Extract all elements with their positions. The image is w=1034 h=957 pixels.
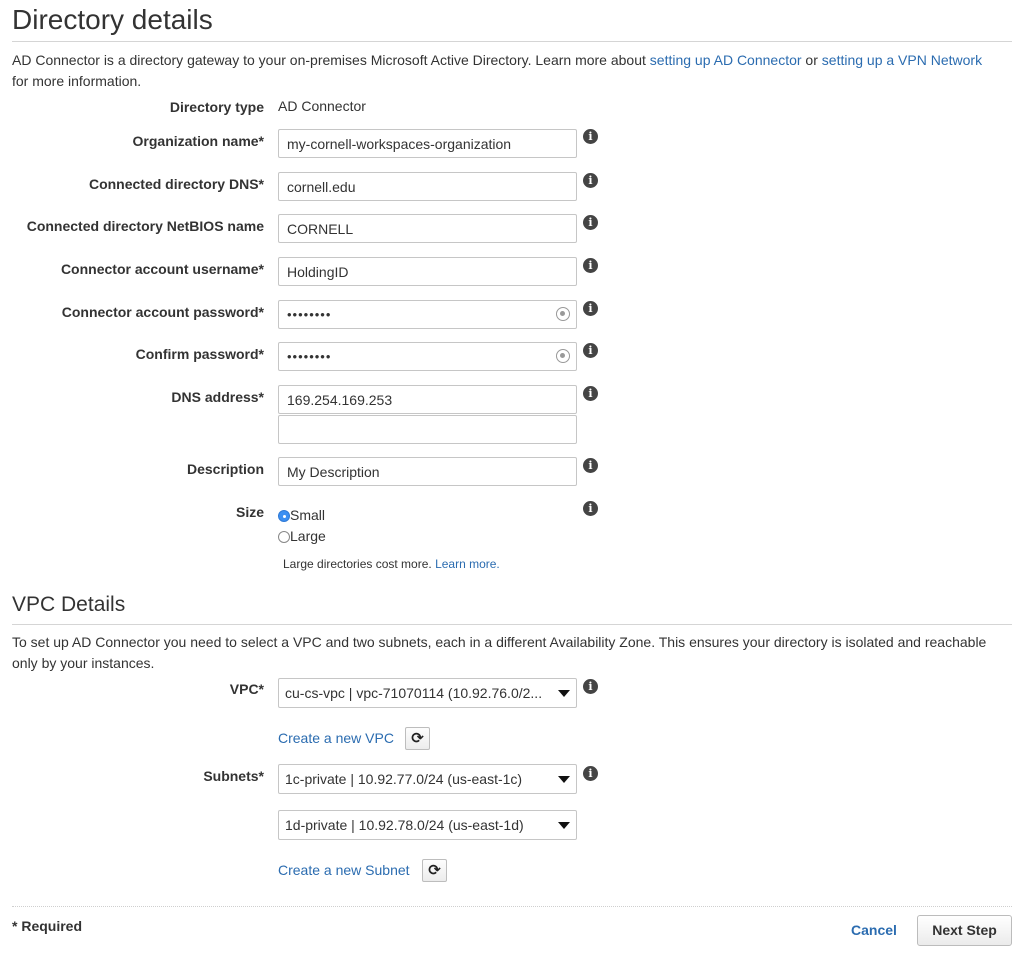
learn-more-link[interactable]: Learn more.: [435, 557, 500, 571]
chevron-down-icon: [558, 690, 570, 697]
create-subnet-link[interactable]: Create a new Subnet: [278, 862, 410, 878]
info-icon[interactable]: i: [583, 386, 598, 401]
subnet-2-select[interactable]: 1d-private | 10.92.78.0/24 (us-east-1d): [278, 810, 577, 840]
netbios-label: Connected directory NetBIOS name: [26, 218, 264, 234]
info-icon[interactable]: i: [583, 215, 598, 230]
dns-input[interactable]: [278, 172, 577, 201]
username-label: Connector account username*: [60, 261, 264, 277]
size-large-radio[interactable]: [278, 531, 290, 543]
info-icon[interactable]: i: [583, 679, 598, 694]
link-setting-up-vpn[interactable]: setting up a VPN Network: [822, 52, 982, 68]
subnet-1-select[interactable]: 1c-private | 10.92.77.0/24 (us-east-1c): [278, 764, 577, 794]
title-divider: [12, 41, 1012, 42]
size-large-label[interactable]: Large: [290, 528, 326, 544]
info-icon[interactable]: i: [583, 343, 598, 358]
directory-intro: AD Connector is a directory gateway to y…: [12, 52, 983, 89]
chevron-down-icon: [558, 822, 570, 829]
link-setting-up-ad-connector[interactable]: setting up AD Connector: [650, 52, 802, 68]
info-icon[interactable]: i: [583, 501, 598, 516]
dns-label: Connected directory DNS*: [88, 176, 264, 192]
info-icon[interactable]: i: [583, 766, 598, 781]
subnets-label: Subnets*: [203, 768, 264, 784]
password-manager-icon[interactable]: [556, 307, 570, 321]
info-icon[interactable]: i: [583, 129, 598, 144]
size-note: Large directories cost more. Learn more.: [283, 557, 500, 571]
vpc-section-title: VPC Details: [12, 593, 126, 616]
vpc-select[interactable]: cu-cs-vpc | vpc-71070114 (10.92.76.0/2..…: [278, 678, 577, 708]
dns-address-secondary-input[interactable]: [278, 415, 577, 444]
netbios-input[interactable]: [278, 214, 577, 243]
username-input[interactable]: [278, 257, 577, 286]
password-input[interactable]: ••••••••: [278, 300, 577, 329]
confirm-password-label: Confirm password*: [135, 346, 264, 362]
vpc-intro: To set up AD Connector you need to selec…: [12, 634, 987, 671]
password-label: Connector account password*: [61, 304, 264, 320]
footer-divider: [12, 906, 1012, 907]
password-manager-icon[interactable]: [556, 349, 570, 363]
dns-address-label: DNS address*: [171, 389, 264, 405]
refresh-icon[interactable]: ⟳: [422, 859, 447, 882]
page-title: Directory details: [12, 4, 213, 35]
subnet-1-value: 1c-private | 10.92.77.0/24 (us-east-1c): [285, 771, 523, 787]
info-icon[interactable]: i: [583, 258, 598, 273]
size-label: Size: [235, 504, 264, 520]
size-small-radio[interactable]: [278, 510, 290, 522]
vpc-select-value: cu-cs-vpc | vpc-71070114 (10.92.76.0/2..…: [285, 685, 543, 701]
vpc-label: VPC*: [229, 681, 264, 697]
confirm-password-input[interactable]: ••••••••: [278, 342, 577, 371]
cancel-button[interactable]: Cancel: [851, 922, 897, 938]
info-icon[interactable]: i: [583, 173, 598, 188]
info-icon[interactable]: i: [583, 458, 598, 473]
dns-address-input[interactable]: [278, 385, 577, 414]
chevron-down-icon: [558, 776, 570, 783]
size-small-label[interactable]: Small: [290, 507, 325, 523]
org-name-input[interactable]: [278, 129, 577, 158]
directory-type-value: AD Connector: [278, 98, 366, 114]
directory-type-label: Directory type: [169, 99, 264, 115]
vpc-divider: [12, 624, 1012, 625]
next-step-button[interactable]: Next Step: [917, 915, 1012, 946]
subnet-2-value: 1d-private | 10.92.78.0/24 (us-east-1d): [285, 817, 524, 833]
required-note: * Required: [12, 918, 83, 934]
description-label: Description: [186, 461, 264, 477]
description-input[interactable]: [278, 457, 577, 486]
create-vpc-link[interactable]: Create a new VPC: [278, 730, 394, 746]
refresh-icon[interactable]: ⟳: [405, 727, 430, 750]
info-icon[interactable]: i: [583, 301, 598, 316]
org-name-label: Organization name*: [132, 133, 264, 149]
